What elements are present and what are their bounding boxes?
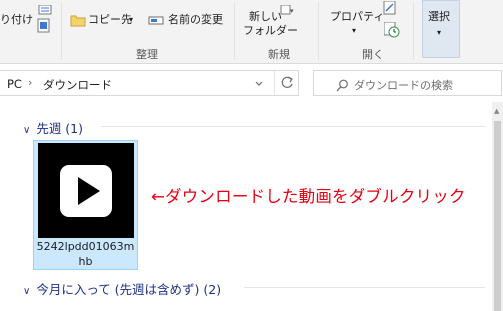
group-divider bbox=[244, 287, 485, 288]
ribbon-separator bbox=[318, 2, 319, 60]
search-placeholder: ダウンロードの検索 bbox=[354, 79, 453, 92]
group-label: 先週 (1) bbox=[36, 121, 84, 136]
ribbon-separator bbox=[61, 2, 62, 60]
vertical-scrollbar[interactable]: ▲ bbox=[492, 102, 503, 311]
edit-icon[interactable] bbox=[383, 0, 397, 19]
group-header-last-week[interactable]: ∨ 先週 (1) bbox=[23, 118, 83, 137]
chevron-down-icon[interactable]: ▾ bbox=[352, 24, 356, 37]
group-header-this-month[interactable]: ∨ 今月に入って (先週は含めず) (2) bbox=[23, 279, 221, 298]
chevron-down-icon[interactable]: ∨ bbox=[23, 286, 30, 297]
group-label: 今月に入って (先週は含めず) (2) bbox=[36, 282, 222, 297]
new-folder-label[interactable]: 新しい bbox=[249, 10, 282, 23]
video-thumbnail bbox=[38, 143, 134, 238]
copy-to-icon[interactable] bbox=[70, 12, 86, 31]
properties-button[interactable]: プロパティ bbox=[330, 10, 384, 23]
refresh-icon[interactable] bbox=[274, 71, 299, 95]
address-dropdown-icon[interactable] bbox=[248, 76, 270, 92]
chevron-down-icon[interactable]: ▾ bbox=[129, 13, 133, 26]
new-group-label: 新規 bbox=[268, 48, 290, 61]
new-item-icon[interactable]: ▾ bbox=[280, 0, 294, 19]
breadcrumb-downloads[interactable]: ダウンロード bbox=[43, 77, 112, 93]
scroll-up-icon[interactable]: ▲ bbox=[494, 107, 499, 115]
search-input[interactable]: ダウンロードの検索 bbox=[313, 70, 502, 96]
rename-button[interactable]: 名前の変更 bbox=[168, 13, 223, 26]
file-item[interactable]: 5242lpdd01063mhb bbox=[33, 140, 138, 270]
rename-icon[interactable] bbox=[148, 12, 164, 31]
new-folder-label[interactable]: フォルダー bbox=[243, 24, 298, 37]
ribbon-separator bbox=[413, 2, 414, 60]
svg-text:▾: ▾ bbox=[290, 7, 294, 15]
organize-group-label: 整理 bbox=[136, 48, 158, 61]
file-name: 5242lpdd01063mhb bbox=[36, 240, 135, 268]
open-group-label: 開く bbox=[362, 48, 384, 61]
copy-to-button[interactable]: コピー先 bbox=[88, 13, 132, 26]
ribbon-separator bbox=[234, 2, 235, 60]
breadcrumb-pc[interactable]: PC bbox=[7, 77, 22, 91]
paste-shortcut-label[interactable]: り付け bbox=[0, 13, 33, 26]
address-bar[interactable]: PC › ダウンロード bbox=[0, 70, 299, 96]
clipboard-icon[interactable] bbox=[37, 17, 50, 37]
search-icon bbox=[336, 77, 349, 96]
select-button[interactable]: 選択 bbox=[428, 10, 450, 23]
chevron-down-icon[interactable]: ∨ bbox=[23, 125, 30, 136]
chevron-down-icon[interactable]: ▾ bbox=[437, 26, 441, 39]
history-icon[interactable] bbox=[383, 21, 400, 42]
breadcrumb-chevron-icon[interactable]: › bbox=[28, 76, 32, 89]
group-divider bbox=[101, 126, 485, 127]
annotation-text: ←ダウンロードした動画をダブルクリック bbox=[151, 187, 466, 206]
ribbon: り付け コピー先 ▾ 名前の変更 整理 ▾ 新しい フォルダー 新規 プロパティ… bbox=[0, 0, 503, 64]
scrollbar-thumb[interactable] bbox=[494, 121, 501, 311]
